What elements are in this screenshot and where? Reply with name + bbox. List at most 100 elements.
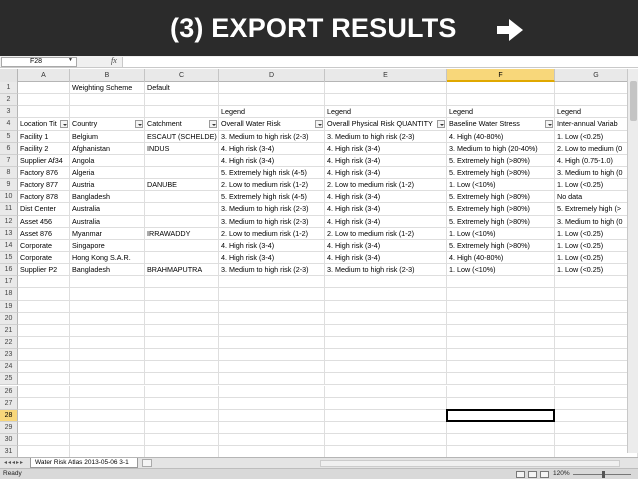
- cell-e15[interactable]: 4. High risk (3-4): [325, 251, 447, 265]
- cell-f11[interactable]: 5. Extremely high (>80%): [447, 203, 555, 216]
- cell-c29[interactable]: [145, 421, 219, 435]
- cell-d15[interactable]: 4. High risk (3-4): [219, 251, 325, 265]
- row-header[interactable]: 12: [0, 215, 18, 228]
- row-header[interactable]: 8: [0, 166, 18, 180]
- cell-b4[interactable]: Country: [70, 118, 145, 131]
- cell-e16[interactable]: 3. Medium to high risk (2-3): [325, 264, 447, 277]
- row-header[interactable]: 26: [0, 385, 18, 398]
- filter-dropdown-icon[interactable]: [437, 120, 445, 129]
- cell-g21[interactable]: [555, 324, 638, 337]
- scrollbar-thumb[interactable]: [630, 81, 637, 121]
- cell-f17[interactable]: [447, 276, 555, 289]
- cell-c27[interactable]: [145, 397, 219, 410]
- cell-a5[interactable]: Facility 1: [18, 130, 70, 143]
- cell-e6[interactable]: 4. High risk (3-4): [325, 142, 447, 155]
- row-header[interactable]: 3: [0, 106, 18, 119]
- cell-g28[interactable]: [555, 409, 638, 422]
- cell-d27[interactable]: [219, 397, 325, 410]
- row-header[interactable]: 5: [0, 130, 18, 143]
- column-header-d[interactable]: D: [219, 69, 325, 82]
- cell-f26[interactable]: [447, 385, 555, 398]
- cell-f29[interactable]: [447, 421, 555, 435]
- cell-e27[interactable]: [325, 397, 447, 410]
- cell-a7[interactable]: Supplier Af34: [18, 154, 70, 167]
- cell-e26[interactable]: [325, 385, 447, 398]
- cell-e20[interactable]: [325, 312, 447, 325]
- cell-g23[interactable]: [555, 349, 638, 362]
- cell-c23[interactable]: [145, 349, 219, 362]
- cell-a18[interactable]: [18, 288, 70, 301]
- cell-e17[interactable]: [325, 276, 447, 289]
- cell-e23[interactable]: [325, 349, 447, 362]
- cell-d17[interactable]: [219, 276, 325, 289]
- row-header[interactable]: 9: [0, 179, 18, 192]
- cell-a10[interactable]: Factory 878: [18, 191, 70, 204]
- formula-input[interactable]: [122, 57, 638, 67]
- filter-dropdown-icon[interactable]: [209, 120, 217, 129]
- cell-a28[interactable]: [18, 409, 70, 422]
- cell-g22[interactable]: [555, 336, 638, 350]
- cell-a4[interactable]: Location Tit: [18, 118, 70, 131]
- page-layout-icon[interactable]: [528, 471, 537, 478]
- column-header-f[interactable]: F: [447, 69, 555, 82]
- column-header-c[interactable]: C: [145, 69, 219, 82]
- row-header[interactable]: 21: [0, 324, 18, 337]
- cell-b2[interactable]: [70, 94, 145, 107]
- cell-a23[interactable]: [18, 349, 70, 362]
- new-sheet-icon[interactable]: [142, 459, 152, 467]
- select-all-corner[interactable]: [0, 69, 18, 82]
- cell-a12[interactable]: Asset 456: [18, 215, 70, 228]
- cell-c11[interactable]: [145, 203, 219, 216]
- row-header[interactable]: 29: [0, 421, 18, 435]
- cell-b30[interactable]: [70, 434, 145, 447]
- cell-e11[interactable]: 4. High risk (3-4): [325, 203, 447, 216]
- cell-b12[interactable]: Australia: [70, 215, 145, 228]
- cell-e3[interactable]: Legend: [325, 106, 447, 119]
- cell-b25[interactable]: [70, 373, 145, 386]
- row-header[interactable]: 24: [0, 361, 18, 374]
- cell-g13[interactable]: 1. Low (<0.25): [555, 227, 638, 240]
- cell-c16[interactable]: BRAHMAPUTRA: [145, 264, 219, 277]
- cell-g7[interactable]: 4. High (0.75-1.0): [555, 154, 638, 167]
- cell-d19[interactable]: [219, 300, 325, 313]
- cell-b7[interactable]: Angola: [70, 154, 145, 167]
- cell-f24[interactable]: [447, 361, 555, 374]
- cell-e19[interactable]: [325, 300, 447, 313]
- cell-a19[interactable]: [18, 300, 70, 313]
- cell-d8[interactable]: 5. Extremely high risk (4-5): [219, 166, 325, 180]
- row-header[interactable]: 6: [0, 142, 18, 155]
- cell-c17[interactable]: [145, 276, 219, 289]
- cell-e14[interactable]: 4. High risk (3-4): [325, 239, 447, 252]
- cell-c9[interactable]: DANUBE: [145, 179, 219, 192]
- cell-c15[interactable]: [145, 251, 219, 265]
- cell-a22[interactable]: [18, 336, 70, 350]
- cell-a11[interactable]: Dist Center: [18, 203, 70, 216]
- cell-c20[interactable]: [145, 312, 219, 325]
- normal-view-icon[interactable]: [516, 471, 525, 478]
- cell-g5[interactable]: 1. Low (<0.25): [555, 130, 638, 143]
- cell-d26[interactable]: [219, 385, 325, 398]
- column-header-g[interactable]: G: [555, 69, 638, 82]
- cell-f6[interactable]: 3. Medium to high (20-40%): [447, 142, 555, 155]
- cell-f23[interactable]: [447, 349, 555, 362]
- cell-e21[interactable]: [325, 324, 447, 337]
- cell-d3[interactable]: Legend: [219, 106, 325, 119]
- cell-d18[interactable]: [219, 288, 325, 301]
- cell-f14[interactable]: 5. Extremely high (>80%): [447, 239, 555, 252]
- cell-c13[interactable]: IRRAWADDY: [145, 227, 219, 240]
- row-header[interactable]: 7: [0, 154, 18, 167]
- cell-a2[interactable]: [18, 94, 70, 107]
- filter-dropdown-icon[interactable]: [315, 120, 323, 129]
- row-header[interactable]: 15: [0, 251, 18, 265]
- cell-e10[interactable]: 4. High risk (3-4): [325, 191, 447, 204]
- cell-g8[interactable]: 3. Medium to high (0: [555, 166, 638, 180]
- cell-g11[interactable]: 5. Extremely high (>: [555, 203, 638, 216]
- filter-dropdown-icon[interactable]: [135, 120, 143, 129]
- zoom-knob[interactable]: [602, 471, 605, 478]
- cell-d9[interactable]: 2. Low to medium risk (1-2): [219, 179, 325, 192]
- cell-c7[interactable]: [145, 154, 219, 167]
- cell-g1[interactable]: [555, 82, 638, 95]
- filter-dropdown-icon[interactable]: [545, 120, 553, 129]
- cell-f10[interactable]: 5. Extremely high (>80%): [447, 191, 555, 204]
- row-header[interactable]: 25: [0, 373, 18, 386]
